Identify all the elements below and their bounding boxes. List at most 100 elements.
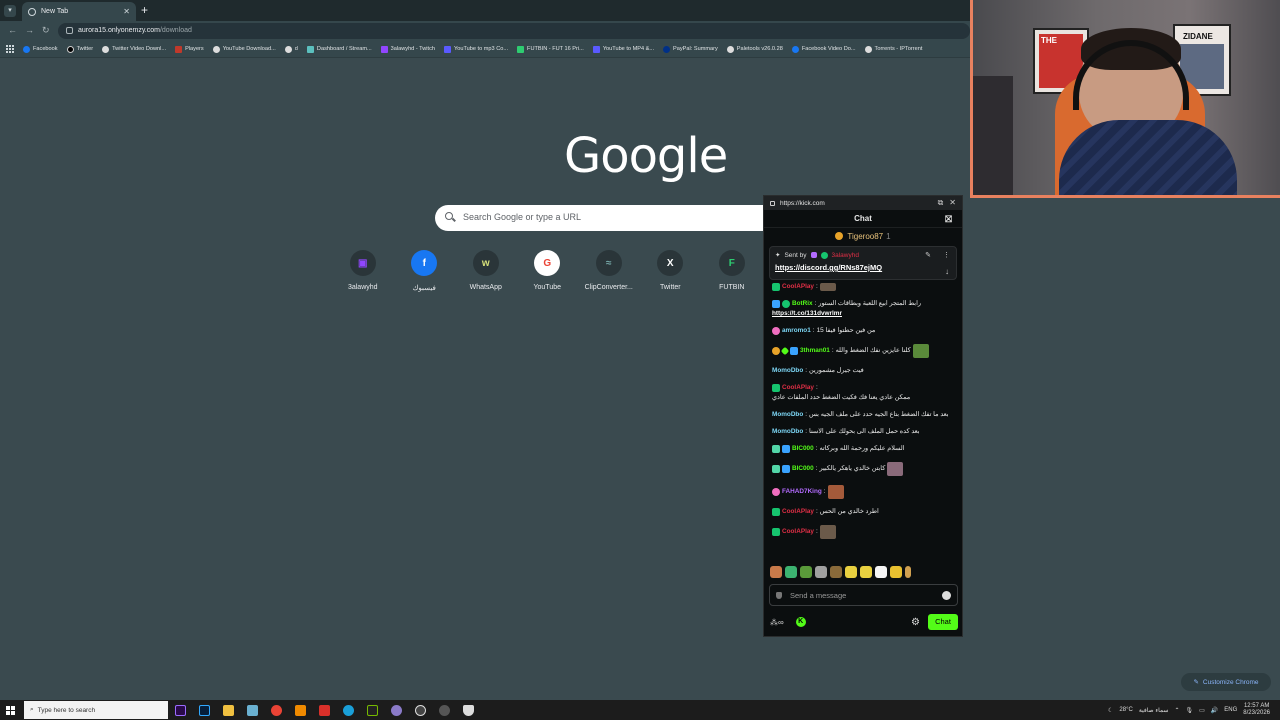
file-explorer-icon[interactable] (216, 704, 240, 716)
security-icon[interactable] (456, 704, 480, 716)
shortcut-tile[interactable]: X Twitter (640, 250, 702, 292)
chat-message: FAHAD7King: (772, 485, 955, 499)
gifter-badge-icon (772, 488, 780, 496)
top-gifter[interactable]: Tigeroo87 1 (764, 228, 962, 244)
emote-icon[interactable] (875, 566, 887, 578)
chevron-up-icon[interactable]: ⌃ (1174, 707, 1179, 714)
windows-start-icon[interactable] (0, 705, 20, 715)
search-icon (445, 212, 453, 220)
premiere-icon[interactable] (168, 704, 192, 716)
chat-message: 3thman01: كلنا عايزين نفك الضغط والله (772, 344, 955, 358)
obs-icon[interactable] (384, 704, 408, 716)
address-bar[interactable]: aurora15.onlyonemzy.com/download (58, 23, 970, 39)
bookmark-item[interactable]: FUTBIN - FUT 16 Pri... (517, 45, 584, 53)
bookmark-item[interactable]: Torrents - IPTorrent (864, 45, 922, 53)
emote-icon[interactable] (905, 566, 911, 578)
chrome-icon[interactable] (264, 704, 288, 716)
shortcut-tile[interactable]: F FUTBIN (701, 250, 763, 292)
x-icon: X (657, 250, 684, 276)
emote-icon (827, 485, 844, 499)
bookmark-item[interactable]: Dashboard / Stream... (306, 45, 372, 53)
chat-message: BIC000: السلام عليكم ورحمة الله وبركاته (772, 445, 955, 453)
tab-strip: ▾ New Tab ✕ + (0, 0, 970, 21)
bookmark-item[interactable]: d (284, 45, 298, 53)
shield-icon (776, 591, 782, 599)
points-infinity-icon[interactable]: ⁂∞ (770, 618, 784, 627)
globe-icon (212, 45, 220, 53)
facebook-icon: f (411, 250, 438, 276)
kick-logo-icon[interactable]: K (795, 617, 806, 627)
tab-new-tab[interactable]: New Tab ✕ (22, 2, 136, 21)
network-icon[interactable]: ▭ (1199, 707, 1205, 714)
bookmark-item[interactable]: 3alawyhd - Twitch (380, 45, 435, 53)
emote-icon[interactable] (815, 566, 827, 578)
futbin-icon (517, 45, 525, 53)
open-in-browser-icon[interactable]: ⧉ (938, 198, 944, 208)
back-icon[interactable]: ← (8, 25, 17, 35)
bookmark-item[interactable]: Facebook (23, 45, 58, 53)
bookmark-item[interactable]: PayPal: Summary (663, 45, 718, 53)
chat-link[interactable]: https://t.co/131dvwrlmr (772, 310, 955, 318)
shortcut-tile[interactable]: ▣ 3alawyhd (332, 250, 394, 292)
tab-search-button[interactable]: ▾ (4, 5, 16, 17)
clock[interactable]: 12:57 AM 8/23/2026 (1243, 703, 1270, 717)
customize-chrome-button[interactable]: ✎ Customize Chrome (1181, 673, 1271, 691)
bot-badge-icon (790, 347, 798, 355)
reload-icon[interactable]: ↻ (42, 25, 50, 36)
taskbar-search-input[interactable]: ⌕ Type here to search (24, 701, 168, 719)
chat-message: BIC000: كابتن خالدي ياهكر يالكبير (772, 462, 955, 476)
shortcut-tile[interactable]: f فيسبوك (394, 250, 456, 292)
converter-icon (592, 45, 600, 53)
send-chat-button[interactable]: Chat (928, 614, 958, 630)
pinned-link[interactable]: https://discord.gg/RNs87ejMQ (775, 263, 951, 272)
emote-icon[interactable] (785, 566, 797, 578)
emote-icon[interactable] (800, 566, 812, 578)
notepad-icon[interactable] (240, 704, 264, 716)
emote-icon[interactable] (770, 566, 782, 578)
bookmark-item[interactable]: Twitter Video Downl... (102, 45, 166, 53)
chat-title: Chat (854, 214, 872, 223)
apps-icon[interactable] (6, 45, 14, 53)
emote-icon[interactable] (845, 566, 857, 578)
wps-icon[interactable] (312, 704, 336, 716)
close-icon[interactable]: ✕ (949, 198, 956, 208)
chevron-down-icon[interactable]: ↓ (945, 267, 949, 276)
vlc-icon[interactable] (288, 704, 312, 716)
shortcut-tile[interactable]: G YouTube (517, 250, 579, 292)
chat-message-input[interactable]: Send a message (769, 584, 958, 606)
bookmark-item[interactable]: YouTube to MP4 &... (592, 45, 654, 53)
settings-icon[interactable] (432, 704, 456, 716)
shortcut-tile[interactable]: ≈ ClipConverter... (578, 250, 640, 292)
nvidia-icon[interactable] (360, 704, 384, 716)
bookmark-item[interactable]: Twitter (66, 45, 93, 53)
bookmark-item[interactable]: Paletools v26.0.28 (726, 45, 783, 53)
clipconverter-icon: ≈ (595, 250, 622, 276)
gear-icon[interactable]: ⚙ (911, 617, 920, 628)
edge-icon[interactable] (336, 704, 360, 716)
shortcut-tile[interactable]: w WhatsApp (455, 250, 517, 292)
emoji-icon[interactable] (942, 590, 951, 600)
chat-message: MomoDbo: بعد ما تفك الضغط بتاع الجيه حدد… (772, 411, 949, 418)
volume-icon[interactable]: 🔊 (1211, 707, 1218, 714)
emote-icon[interactable] (890, 566, 902, 578)
bookmark-item[interactable]: YouTube to mp3 Co... (444, 45, 508, 53)
futbin-icon: F (718, 250, 745, 276)
obs-studio-icon[interactable] (408, 704, 432, 716)
kick-chat-popup: https://kick.com ⧉ ✕ Chat ⛝ Tigeroo87 1 ✦… (763, 195, 963, 637)
bookmark-item[interactable]: Facebook Video Do... (791, 45, 856, 53)
bookmark-item[interactable]: YouTube Download... (212, 45, 276, 53)
site-info-icon[interactable] (66, 27, 73, 34)
emote-icon[interactable] (860, 566, 872, 578)
photoshop-icon[interactable] (192, 704, 216, 716)
gift-icon[interactable]: ⛝ (945, 214, 952, 225)
pin-icon[interactable]: ✎ (925, 251, 931, 259)
emote-icon[interactable] (830, 566, 842, 578)
more-options-icon[interactable]: ⋮ (943, 251, 950, 259)
bookmark-item[interactable]: Players (175, 45, 204, 53)
new-tab-button[interactable]: + (141, 3, 148, 17)
close-tab-icon[interactable]: ✕ (123, 7, 130, 16)
dashboard-icon (306, 45, 314, 53)
forward-icon[interactable]: → (25, 25, 34, 35)
microphone-icon[interactable]: 🎙 (1186, 707, 1194, 714)
paypal-icon (663, 45, 671, 53)
